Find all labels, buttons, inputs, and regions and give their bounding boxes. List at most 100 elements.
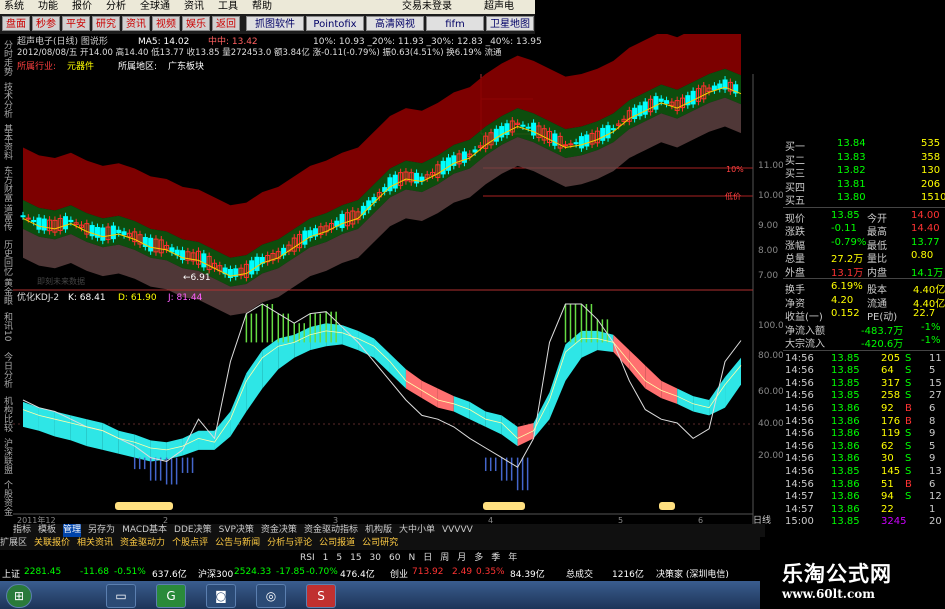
day-period-label[interactable]: 日线 [753,514,771,524]
menu-help[interactable]: 帮助 [252,0,272,14]
tick-volume: 51 [881,478,894,490]
period-button[interactable]: 多 [474,550,483,563]
indicator-tab[interactable]: VVVVV [442,524,473,537]
menu-global[interactable]: 全球通 [140,0,170,14]
indicator-tab[interactable]: 大中小单 [399,524,435,537]
extension-tab[interactable]: 关联报价 [34,537,70,550]
btn-pingan[interactable]: 平安 [62,16,90,31]
btn-info[interactable]: 资讯 [122,16,150,31]
btn-secret[interactable]: 秒参 [32,16,60,31]
period-selector: RSI 1 5 15 30 60 N 日周月多季年 [300,550,600,564]
indicator-tab[interactable]: DDE决策 [174,524,212,537]
btn-panel[interactable]: 盘面 [2,16,30,31]
menu-function[interactable]: 功能 [38,0,58,14]
indicator-tab[interactable]: 指标 [13,524,31,537]
media-icon[interactable]: ◎ [256,584,286,608]
extension-tab[interactable]: 公告与新闻 [215,537,260,550]
tick-volume: 62 [881,440,894,452]
btn-screenshot[interactable]: 抓图软件 [246,16,304,31]
period-button[interactable]: 15 [350,553,361,563]
app-g-icon[interactable]: G [156,584,186,608]
extension-tab[interactable]: 资金驱动力 [120,537,165,550]
extension-tab[interactable]: 公司研究 [362,537,398,550]
folder-icon[interactable]: ▭ [106,584,136,608]
period-button[interactable]: 日 [423,550,432,563]
tick-count: 13 [929,465,942,477]
btn-research[interactable]: 研究 [92,16,120,31]
btn-video[interactable]: 视频 [152,16,180,31]
period-button[interactable]: 60 [389,553,400,563]
candle-body [445,157,451,171]
bid-volume: 130 [921,165,941,176]
extension-tab[interactable]: 扩展区 [0,537,27,550]
period-button[interactable]: 周 [440,550,449,563]
extension-tab[interactable]: 相关资讯 [77,537,113,550]
period-button[interactable]: RSI [300,553,315,563]
stat-row: 外盘 13.1万 内盘 14.1万 [783,264,945,279]
period-button[interactable]: 30 [370,553,381,563]
period-button[interactable]: 5 [336,553,342,563]
indicator-tab[interactable]: 模板 [38,524,56,537]
low-marker: ←6.91 [183,273,211,283]
tick-price: 13.86 [831,453,860,465]
price-tick: 8.00 [758,246,778,256]
signal-marker [483,502,525,510]
login-status[interactable]: 交易未登录 [402,0,452,14]
tick-side: S [905,440,912,452]
indicator-tab[interactable]: SVP决策 [219,524,254,537]
tick-row: 14:56 13.86 30 S 9 [783,453,945,466]
candle-body [249,260,255,275]
bid-price: 13.81 [837,178,866,190]
kline-chart[interactable]: 超声电子(日线) 图说形 MA5: 14.02 中中: 13.42 10%: 1… [13,34,783,524]
indicator-tab[interactable]: 管理 [63,524,82,537]
btn-ent[interactable]: 娱乐 [182,16,210,31]
candle-body [584,134,590,147]
server-name[interactable]: 决策家 (深圳电信) [656,567,729,580]
menu-quote[interactable]: 报价 [72,0,92,14]
fund-row: 净资 4.20 流通 4.40亿 [783,295,945,310]
indicator-tab[interactable]: 机构版 [365,524,392,537]
indicator-tab[interactable]: MACD基本 [122,524,167,537]
ma-mid-label: 中中: 13.42 [208,35,258,47]
period-button[interactable]: 1 [323,553,329,563]
tick-count: 20 [929,516,942,528]
bid-row: 买一 13.84 535 [783,138,945,153]
period-button[interactable]: 年 [508,550,517,563]
camera-icon[interactable]: ◙ [206,584,236,608]
period-button[interactable]: 季 [491,550,500,563]
tick-price: 13.85 [831,377,860,389]
candle-body [711,85,717,91]
tick-row: 14:57 13.86 22 1 [783,504,945,517]
extension-tab[interactable]: 公司报道 [319,537,355,550]
indicator-tab[interactable]: 另存为 [88,524,115,537]
extension-tab[interactable]: 个股点评 [172,537,208,550]
extension-tab[interactable]: 分析与评论 [267,537,312,550]
chart-title: 超声电子(日线) 图说形 [17,35,108,47]
tick-time: 14:56 [785,377,814,389]
period-button[interactable]: 月 [457,550,466,563]
indicator-tab[interactable]: 资金驱动指标 [304,524,358,537]
hs-change: -17.85 [276,567,306,577]
period-button[interactable]: N [408,553,415,563]
menu-analysis[interactable]: 分析 [106,0,126,14]
date-tick: 5 [618,516,623,524]
btn-pointofix[interactable]: Pointofix [306,16,364,31]
cy-percent: 0.35% [476,567,505,577]
total-value: 1216亿 [612,570,644,580]
tick-volume: 176 [881,415,901,427]
tick-count: 27 [929,390,942,402]
menu-tools[interactable]: 工具 [218,0,238,14]
stock-app-icon[interactable]: S [306,584,336,608]
menu-system[interactable]: 系统 [4,0,24,14]
btn-fifm[interactable]: fifm [426,16,484,31]
start-button-icon[interactable]: ⊞ [6,584,32,608]
menu-news[interactable]: 资讯 [184,0,204,14]
tick-count: 6 [929,478,936,490]
btn-back[interactable]: 返回 [212,16,240,31]
price-tick: 9.00 [758,221,778,231]
indicator-tab[interactable]: 资金决策 [261,524,297,537]
candle-body [148,237,154,252]
tick-time: 14:56 [785,465,814,477]
btn-satellite[interactable]: 卫星地图 [486,16,534,31]
btn-hdtv[interactable]: 高清网视 [366,16,424,31]
